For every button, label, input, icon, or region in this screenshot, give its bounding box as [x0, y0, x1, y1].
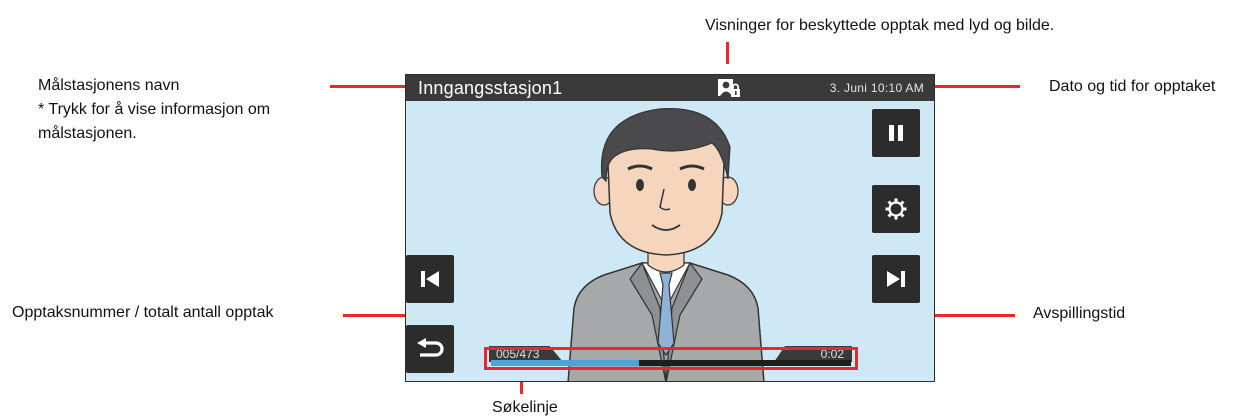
annotation-station-name: Målstasjonens navn * Trykk for å vise in…: [38, 74, 338, 146]
pause-button[interactable]: [872, 109, 920, 157]
leader-datetime: [930, 85, 1020, 88]
skip-previous-icon: [419, 269, 441, 289]
next-recording-button[interactable]: [872, 255, 920, 303]
gear-icon: [884, 197, 908, 221]
annotation-protected-view: Visninger for beskyttede opptak med lyd …: [705, 17, 1055, 34]
top-bar: Inngangsstasjon1 3. Juni 10:10 AM: [406, 75, 934, 101]
annotation-seek-line: Søkelinje: [492, 399, 558, 416]
visitor-image: [567, 108, 765, 381]
skip-next-icon: [885, 269, 907, 289]
leader-station-name: [330, 85, 410, 88]
recording-datetime: 3. Juni 10:10 AM: [829, 81, 924, 95]
annotation-playback-time: Avspillingstid: [1033, 305, 1126, 322]
playback-screen: Inngangsstasjon1 3. Juni 10:10 AM 005/47…: [405, 74, 935, 382]
previous-recording-button[interactable]: [406, 255, 454, 303]
station-name[interactable]: Inngangsstasjon1: [418, 77, 562, 99]
back-button[interactable]: [406, 325, 454, 373]
seek-line-highlight: [484, 347, 858, 370]
protected-recording-icon: [717, 78, 741, 98]
annotation-station-name-desc: * Trykk for å vise informasjon om målsta…: [38, 101, 271, 142]
pause-icon: [887, 123, 905, 143]
leader-protected: [726, 42, 729, 64]
settings-button[interactable]: [872, 185, 920, 233]
back-arrow-icon: [415, 338, 445, 360]
annotation-recording-number: Opptaksnummer / totalt antall opptak: [12, 304, 274, 321]
annotation-station-name-title: Målstasjonens navn: [38, 77, 180, 94]
annotation-datetime: Dato og tid for opptaket: [1049, 78, 1216, 95]
